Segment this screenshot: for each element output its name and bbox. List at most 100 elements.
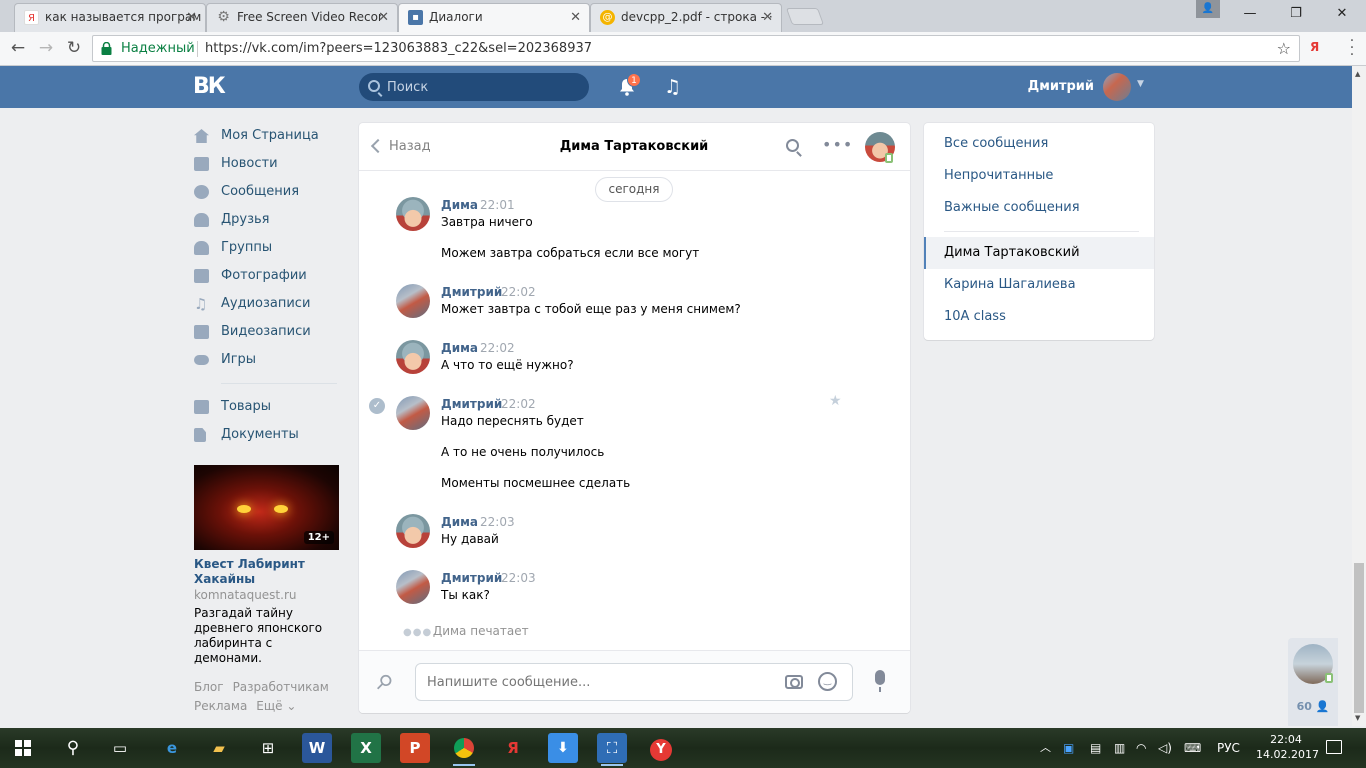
music-icon[interactable]: ♫ (664, 77, 681, 97)
tray-network-icon[interactable]: ▥ (1114, 728, 1125, 768)
minimize-icon[interactable]: — (1227, 0, 1273, 28)
message-input[interactable] (427, 664, 777, 700)
menu-item-video[interactable]: Видеозаписи (193, 318, 343, 346)
menu-item-my-page[interactable]: Моя Страница (193, 122, 343, 150)
yandex-browser-icon[interactable]: Я (498, 733, 528, 763)
search-input[interactable] (387, 73, 577, 101)
chrome-icon[interactable] (449, 733, 479, 766)
ad-image[interactable]: 12+ (194, 465, 339, 550)
excel-icon[interactable]: X (351, 733, 381, 763)
keyboard-icon[interactable]: ⌨ (1184, 728, 1201, 768)
new-tab-button[interactable] (785, 8, 825, 25)
close-window-icon[interactable]: ✕ (1319, 0, 1365, 28)
forward-arrow-icon[interactable]: → (34, 36, 58, 60)
filter-all-messages[interactable]: Все сообщения (924, 128, 1154, 160)
reload-icon[interactable]: ↻ (62, 36, 86, 60)
dialog-title[interactable]: Дима Тартаковский (509, 123, 759, 170)
message-author[interactable]: Дима (441, 197, 478, 213)
chevron-down-icon[interactable]: ▼ (1137, 79, 1144, 89)
language-indicator[interactable]: РУС (1217, 728, 1240, 768)
download-manager-icon[interactable]: ⬇ (548, 733, 578, 763)
compose-box[interactable]: ‿ (415, 663, 853, 701)
author-avatar[interactable] (396, 514, 430, 548)
browser-tab-3[interactable]: ▪ Диалоги ✕ (398, 3, 590, 32)
tray-app-icon[interactable]: ▣ (1063, 728, 1074, 768)
edge-icon[interactable]: e (157, 733, 187, 763)
filter-unread[interactable]: Непрочитанные (924, 160, 1154, 192)
bookmark-star-icon[interactable]: ☆ (1277, 36, 1291, 61)
star-icon[interactable]: ★ (829, 393, 842, 409)
vk-search[interactable] (359, 73, 589, 101)
menu-item-goods[interactable]: Товары (193, 393, 343, 421)
message-author[interactable]: Дима (441, 514, 478, 530)
browser-menu-icon[interactable]: · · · (1344, 34, 1360, 62)
menu-item-games[interactable]: Игры (193, 346, 343, 374)
search-icon[interactable] (786, 139, 799, 152)
browser-tab-2[interactable]: ⚙ Free Screen Video Recor ✕ (206, 3, 398, 32)
scroll-up-icon[interactable]: ▲ (1355, 70, 1360, 78)
menu-item-audio[interactable]: ♫ Аудиозаписи (193, 290, 343, 318)
wifi-icon[interactable]: ◠ (1136, 728, 1146, 768)
yandex-icon[interactable]: Y (646, 733, 676, 763)
word-icon[interactable]: W (302, 733, 332, 763)
footer-link-ads[interactable]: Реклама (194, 699, 247, 713)
user-profile-icon[interactable]: 👤 (1196, 0, 1220, 18)
paperclip-icon[interactable]: ⚲ (371, 668, 398, 695)
store-icon[interactable]: ⊞ (253, 733, 283, 763)
header-user-name[interactable]: Дмитрий (1020, 66, 1094, 108)
screen-recorder-icon[interactable]: ⛶ (597, 733, 627, 766)
ad-block[interactable]: 12+ Квест Лабиринт Хакайны komnataquest.… (194, 465, 340, 666)
tray-chevron-icon[interactable]: ︿ (1040, 728, 1051, 768)
header-avatar[interactable] (1103, 73, 1131, 101)
message-author[interactable]: Дмитрий (441, 284, 502, 300)
close-icon[interactable]: ✕ (378, 4, 389, 31)
page-scrollbar[interactable]: ▲ ▼ (1352, 66, 1366, 726)
scroll-thumb[interactable] (1354, 563, 1364, 713)
browser-tab-4[interactable]: @ devcpp_2.pdf - строка - · ✕ (590, 3, 782, 32)
search-icon[interactable]: ⚲ (58, 733, 88, 763)
close-icon[interactable]: ✕ (570, 4, 581, 31)
filter-important[interactable]: Важные сообщения (924, 192, 1154, 224)
footer-link-more[interactable]: Ещё ⌄ (256, 699, 296, 713)
back-button[interactable]: Назад (370, 123, 431, 170)
menu-item-news[interactable]: Новости (193, 150, 343, 178)
message-author[interactable]: Дима (441, 340, 478, 356)
scroll-down-icon[interactable]: ▼ (1355, 714, 1360, 722)
conversation-10a-class[interactable]: 10А class (924, 301, 1154, 333)
browser-tab-1[interactable]: Я как называется програм ✕ (14, 3, 206, 32)
menu-item-groups[interactable]: Группы (193, 234, 343, 262)
more-options-icon[interactable]: ••• (822, 135, 853, 154)
author-avatar[interactable] (396, 284, 430, 318)
tray-antivirus-icon[interactable]: ▤ (1090, 728, 1101, 768)
conversation-karina[interactable]: Карина Шагалиева (924, 269, 1154, 301)
author-avatar[interactable] (396, 570, 430, 604)
back-arrow-icon[interactable]: ← (6, 36, 30, 60)
author-avatar[interactable] (396, 396, 430, 430)
maximize-icon[interactable]: ❐ (1273, 0, 1319, 28)
menu-item-photos[interactable]: Фотографии (193, 262, 343, 290)
taskbar-clock[interactable]: 22:04 14.02.2017 (1256, 732, 1319, 762)
message-author[interactable]: Дмитрий (441, 570, 502, 586)
author-avatar[interactable] (396, 197, 430, 231)
vk-logo[interactable]: ВК (193, 74, 226, 100)
check-icon[interactable]: ✓ (369, 398, 385, 414)
menu-item-documents[interactable]: Документы (193, 421, 343, 449)
footer-link-blog[interactable]: Блог (194, 680, 224, 694)
friends-online-widget[interactable]: 60 👤 (1288, 638, 1338, 726)
ad-title[interactable]: Квест Лабиринт Хакайны (194, 557, 340, 587)
menu-item-messages[interactable]: Сообщения (193, 178, 343, 206)
menu-item-friends[interactable]: Друзья (193, 206, 343, 234)
file-explorer-icon[interactable]: ▰ (204, 733, 234, 763)
url-text[interactable]: https://vk.com/im?peers=123063883_c22&se… (205, 36, 592, 61)
message-author[interactable]: Дмитрий (441, 396, 502, 412)
windows-start-icon[interactable] (15, 740, 31, 756)
volume-icon[interactable]: ◁) (1158, 728, 1172, 768)
emoji-icon[interactable]: ‿ (818, 672, 837, 691)
footer-link-developers[interactable]: Разработчикам (233, 680, 329, 694)
action-center-icon[interactable] (1326, 740, 1342, 754)
author-avatar[interactable] (396, 340, 430, 374)
task-view-icon[interactable]: ▭ (105, 733, 135, 763)
microphone-icon[interactable] (875, 670, 885, 692)
address-bar[interactable]: Надежный https://vk.com/im?peers=1230638… (92, 35, 1300, 62)
close-icon[interactable]: ✕ (762, 4, 773, 31)
